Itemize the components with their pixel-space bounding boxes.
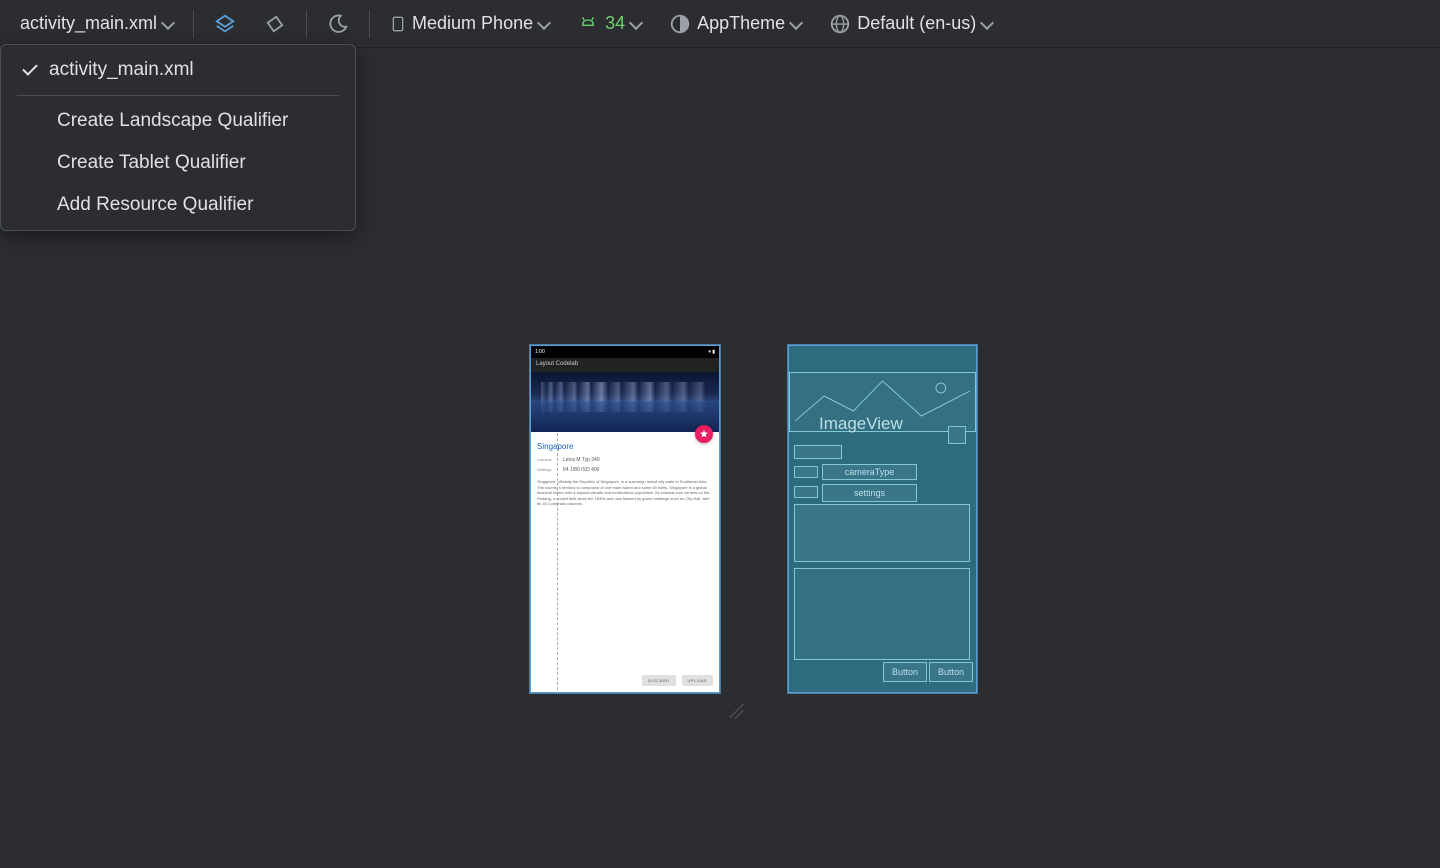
chevron-down-icon [791,19,801,29]
dropdown-separator [17,95,339,96]
phone-icon [390,13,406,35]
night-mode-toggle[interactable] [315,7,361,41]
bp-button-2[interactable]: Button [929,662,973,682]
star-icon [699,429,709,439]
bp-body-box[interactable] [794,568,970,660]
api-selector[interactable]: 34 [565,7,653,40]
bp-imageview-label: ImageView [819,414,903,434]
camera-row: Camera Leica M Typ 240 [537,457,713,463]
upload-button[interactable]: UPLOAD [682,675,713,686]
dropdown-add-resource-label: Add Resource Qualifier [57,194,253,216]
bp-settings-value-box[interactable]: settings [822,484,917,502]
settings-label: Settings [537,467,557,473]
hero-image [531,372,719,432]
guideline [557,433,558,690]
resize-handle[interactable] [725,696,747,718]
toolbar-separator [306,10,307,38]
bp-textview-box[interactable] [794,504,970,562]
design-preview[interactable]: 1:00 ▾ ▮ Layout Codelab Singapore Camera… [530,345,720,693]
locale-label: Default (en-us) [857,13,976,34]
status-icons: ▾ ▮ [708,349,715,355]
bp-button-1[interactable]: Button [883,662,927,682]
settings-row: Settings f/4 1/80 ISO 400 [537,467,713,473]
camera-value: Leica M Typ 240 [563,457,600,463]
dropdown-file-label: activity_main.xml [49,59,194,81]
settings-value: f/4 1/80 ISO 400 [563,467,599,473]
file-selector[interactable]: activity_main.xml [8,7,185,40]
discard-button[interactable]: DISCARD [642,675,676,686]
toolbar-separator [369,10,370,38]
layers-icon [214,13,236,35]
toolbar-separator [193,10,194,38]
dropdown-landscape-label: Create Landscape Qualifier [57,110,288,132]
app-bar: Layout Codelab [531,358,719,372]
theme-icon [669,13,691,35]
rotate-icon [264,13,286,35]
file-name-label: activity_main.xml [20,13,157,34]
locale-selector[interactable]: Default (en-us) [817,7,1004,41]
chevron-down-icon [982,19,992,29]
api-label: 34 [605,13,625,34]
device-selector[interactable]: Medium Phone [378,7,561,41]
button-row: DISCARD UPLOAD [642,675,713,686]
chevron-down-icon [631,19,641,29]
status-time: 1:00 [535,349,545,355]
fab-star[interactable] [695,425,713,443]
globe-icon [829,13,851,35]
dropdown-item-add-resource[interactable]: Add Resource Qualifier [1,184,355,226]
body-text: Singapore, officially the Republic of Si… [537,479,713,507]
dropdown-item-current-file[interactable]: activity_main.xml [1,49,355,91]
file-dropdown-menu: activity_main.xml Create Landscape Quali… [0,44,356,231]
chevron-down-icon [539,19,549,29]
dropdown-item-landscape[interactable]: Create Landscape Qualifier [1,100,355,142]
bp-camera-value-box[interactable]: cameraType [822,464,917,480]
blueprint-preview[interactable]: ImageView cameraType settings TextView B… [788,345,977,693]
check-icon [23,62,39,78]
bp-fab[interactable] [948,426,966,444]
theme-selector[interactable]: AppTheme [657,7,813,41]
device-label: Medium Phone [412,13,533,34]
bp-title-box[interactable] [794,445,842,459]
status-bar: 1:00 ▾ ▮ [531,346,719,358]
dropdown-item-tablet[interactable]: Create Tablet Qualifier [1,142,355,184]
theme-label: AppTheme [697,13,785,34]
camera-label: Camera [537,457,557,463]
chevron-down-icon [163,19,173,29]
bp-statusbar-area [789,346,976,372]
title-text: Singapore [537,442,713,451]
content-area: Singapore Camera Leica M Typ 240 Setting… [531,432,719,511]
design-surface-toggle[interactable] [202,7,248,41]
bp-camera-label-box[interactable] [794,466,818,478]
orientation-toggle[interactable] [252,7,298,41]
moon-icon [327,13,349,35]
app-title: Layout Codelab [536,361,578,367]
android-icon [577,16,599,32]
design-toolbar: activity_main.xml Medium Phone 3 [0,0,1440,48]
bp-settings-label-box[interactable] [794,486,818,498]
dropdown-tablet-label: Create Tablet Qualifier [57,152,246,174]
